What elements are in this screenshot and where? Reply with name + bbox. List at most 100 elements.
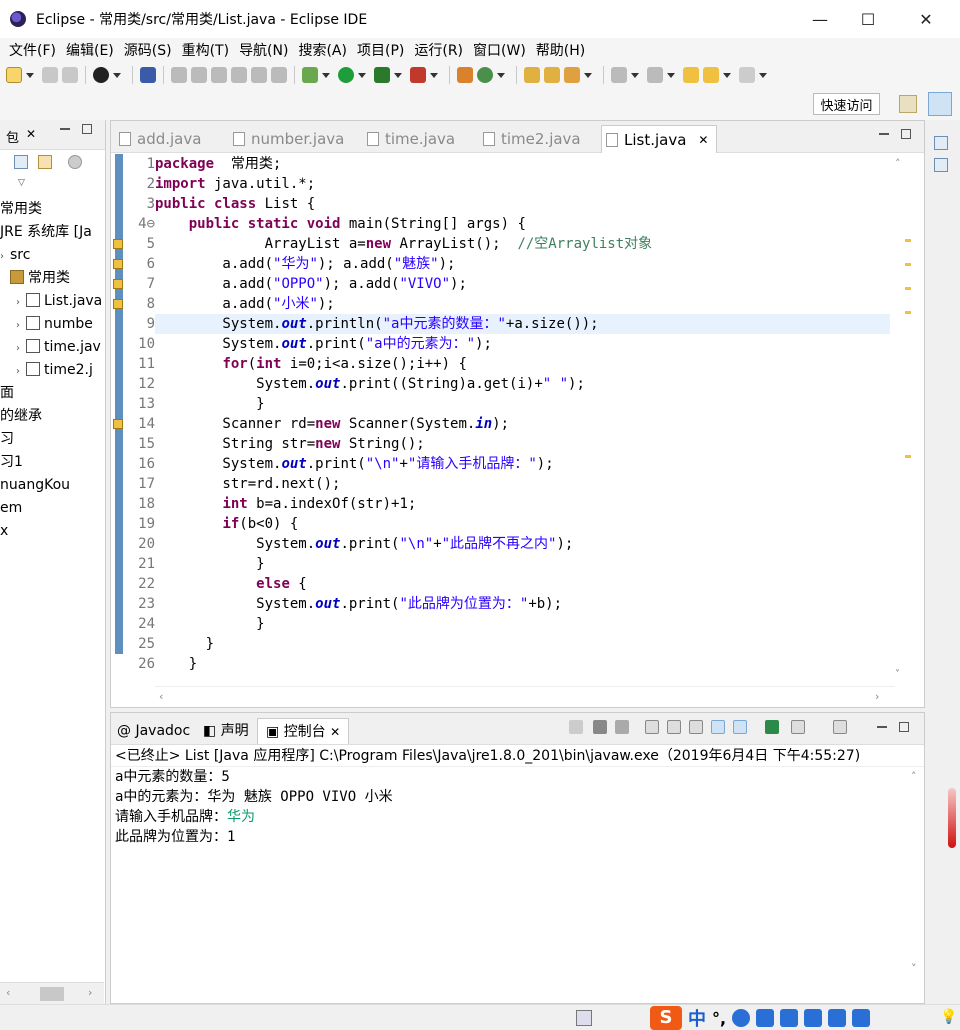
clear-console-icon[interactable] — [645, 720, 659, 734]
package-explorer-title[interactable]: 包 — [6, 127, 19, 146]
code-line[interactable]: } — [155, 654, 890, 674]
code-line[interactable]: System.out.print("\n"+"请输入手机品牌："); — [155, 454, 890, 474]
console-output[interactable]: a中元素的数量：5 a中的元素为：华为 魅族 OPPO VIVO 小米 请输入手机品… — [111, 767, 924, 847]
code-line[interactable]: str=rd.next(); — [155, 474, 890, 494]
skip-breakpoints-icon[interactable] — [140, 67, 156, 83]
menu-item[interactable]: 帮助(H) — [531, 40, 590, 60]
close-icon[interactable]: ✕ — [330, 725, 340, 739]
editor-tab[interactable]: List.java ✕ — [601, 125, 718, 153]
terminate-icon[interactable] — [569, 720, 583, 734]
suspend-icon[interactable] — [191, 67, 207, 83]
chevron-down-icon[interactable] — [322, 72, 330, 78]
close-button[interactable]: ✕ — [892, 0, 960, 38]
code-line[interactable]: System.out.println("a中元素的数量："+a.size()); — [155, 314, 890, 334]
menu-item[interactable]: 窗口(W) — [468, 40, 531, 60]
code-line[interactable]: import java.util.*; — [155, 174, 890, 194]
tree-item[interactable]: x — [0, 520, 104, 542]
code-line[interactable]: else { — [155, 574, 890, 594]
code-line[interactable]: System.out.print((String)a.get(i)+" "); — [155, 374, 890, 394]
terminate-icon[interactable] — [211, 67, 227, 83]
code-line[interactable]: a.add("OPPO"); a.add("VIVO"); — [155, 274, 890, 294]
pin-console-icon[interactable] — [765, 720, 779, 734]
menu-item[interactable]: 项目(P) — [352, 40, 409, 60]
external-tools-icon[interactable] — [410, 67, 426, 83]
maximize-icon[interactable] — [899, 722, 909, 732]
tree-item[interactable]: 习 — [0, 428, 104, 450]
search-tool-icon[interactable] — [564, 67, 580, 83]
warning-icon[interactable] — [113, 419, 123, 429]
resume-icon[interactable] — [171, 67, 187, 83]
minimize-icon[interactable] — [877, 726, 887, 728]
editor-tab[interactable]: time2.java — [479, 125, 581, 153]
overview-warning-mark[interactable] — [905, 311, 911, 314]
step-over-icon[interactable] — [271, 67, 287, 83]
close-icon[interactable]: ✕ — [26, 127, 36, 141]
code-line[interactable]: for(int i=0;i<a.size();i++) { — [155, 354, 890, 374]
collapse-all-icon[interactable] — [14, 155, 28, 169]
smiley-icon[interactable] — [732, 1009, 751, 1027]
code-line[interactable]: int b=a.indexOf(str)+1; — [155, 494, 890, 514]
step-into-icon[interactable] — [251, 67, 267, 83]
overview-warning-mark[interactable] — [905, 239, 911, 242]
chevron-right-icon[interactable]: › — [16, 315, 26, 335]
tree-item[interactable]: JRE 系统库 [Ja — [0, 221, 104, 243]
remove-launch-icon[interactable] — [593, 720, 607, 734]
keyboard-icon[interactable] — [780, 1009, 799, 1027]
new-class-icon[interactable] — [477, 67, 493, 83]
tree-item[interactable]: › numbe — [0, 313, 104, 335]
view-menu-icon[interactable]: ▽ — [18, 178, 25, 188]
maximize-icon[interactable] — [82, 124, 92, 134]
grid-icon[interactable] — [852, 1009, 871, 1027]
editor-tab[interactable]: add.java — [115, 125, 201, 153]
warning-icon[interactable] — [113, 279, 123, 289]
vertical-scrollbar[interactable]: ˄ ˅ — [908, 768, 924, 983]
scroll-right-icon[interactable]: › — [875, 690, 879, 703]
tree-item[interactable]: › time.jav — [0, 336, 104, 358]
link-editor-icon[interactable] — [38, 155, 52, 169]
tree-item[interactable]: › time2.j — [0, 359, 104, 381]
ime-punctuation[interactable]: °, — [712, 1009, 726, 1028]
scroll-right-icon[interactable]: › — [88, 986, 92, 999]
chevron-down-icon[interactable] — [584, 72, 592, 78]
code-line[interactable]: String str=new String(); — [155, 434, 890, 454]
status-icon[interactable] — [576, 1010, 592, 1026]
chevron-down-icon[interactable] — [667, 72, 675, 78]
quick-access-field[interactable]: 快速访问 — [813, 93, 880, 115]
coverage-icon[interactable] — [374, 67, 390, 83]
code-line[interactable]: System.out.print("a中的元素为："); — [155, 334, 890, 354]
overview-warning-mark[interactable] — [905, 263, 911, 266]
next-annotation-icon[interactable] — [611, 67, 627, 83]
prev-annotation-icon[interactable] — [647, 67, 663, 83]
open-console-icon[interactable] — [833, 720, 847, 734]
menu-item[interactable]: 源码(S) — [119, 40, 177, 60]
chevron-right-icon[interactable]: › — [16, 361, 26, 381]
code-line[interactable]: public static void main(String[] args) { — [155, 214, 890, 234]
tree-item[interactable]: 的继承 — [0, 405, 104, 427]
new-icon[interactable] — [6, 67, 22, 83]
chevron-right-icon[interactable]: › — [0, 246, 10, 266]
save-all-icon[interactable] — [62, 67, 78, 83]
skin-icon[interactable] — [828, 1009, 847, 1027]
word-wrap-icon[interactable] — [689, 720, 703, 734]
tree-item[interactable]: › src — [0, 244, 104, 266]
scroll-up-icon[interactable]: ˄ — [895, 157, 901, 170]
overview-warning-mark[interactable] — [905, 455, 911, 458]
scroll-left-icon[interactable]: ‹ — [6, 986, 10, 999]
code-line[interactable]: } — [155, 614, 890, 634]
forward-icon[interactable] — [739, 67, 755, 83]
chevron-down-icon[interactable] — [394, 72, 402, 78]
show-on-stderr-icon[interactable] — [733, 720, 747, 734]
scroll-down-icon[interactable]: ˅ — [911, 962, 917, 975]
maximize-button[interactable]: ☐ — [844, 0, 892, 38]
overview-warning-mark[interactable] — [905, 287, 911, 290]
minimize-button[interactable]: — — [796, 0, 844, 38]
menu-item[interactable]: 导航(N) — [234, 40, 293, 60]
chevron-right-icon[interactable]: › — [16, 338, 26, 358]
open-perspective-icon[interactable] — [899, 95, 917, 113]
editor-tab[interactable]: number.java — [229, 125, 344, 153]
last-edit-icon[interactable] — [683, 67, 699, 83]
back-icon[interactable] — [703, 67, 719, 83]
tree-item[interactable]: › List.java — [0, 290, 104, 312]
minimize-icon[interactable] — [60, 128, 70, 130]
show-on-stdout-icon[interactable] — [711, 720, 725, 734]
